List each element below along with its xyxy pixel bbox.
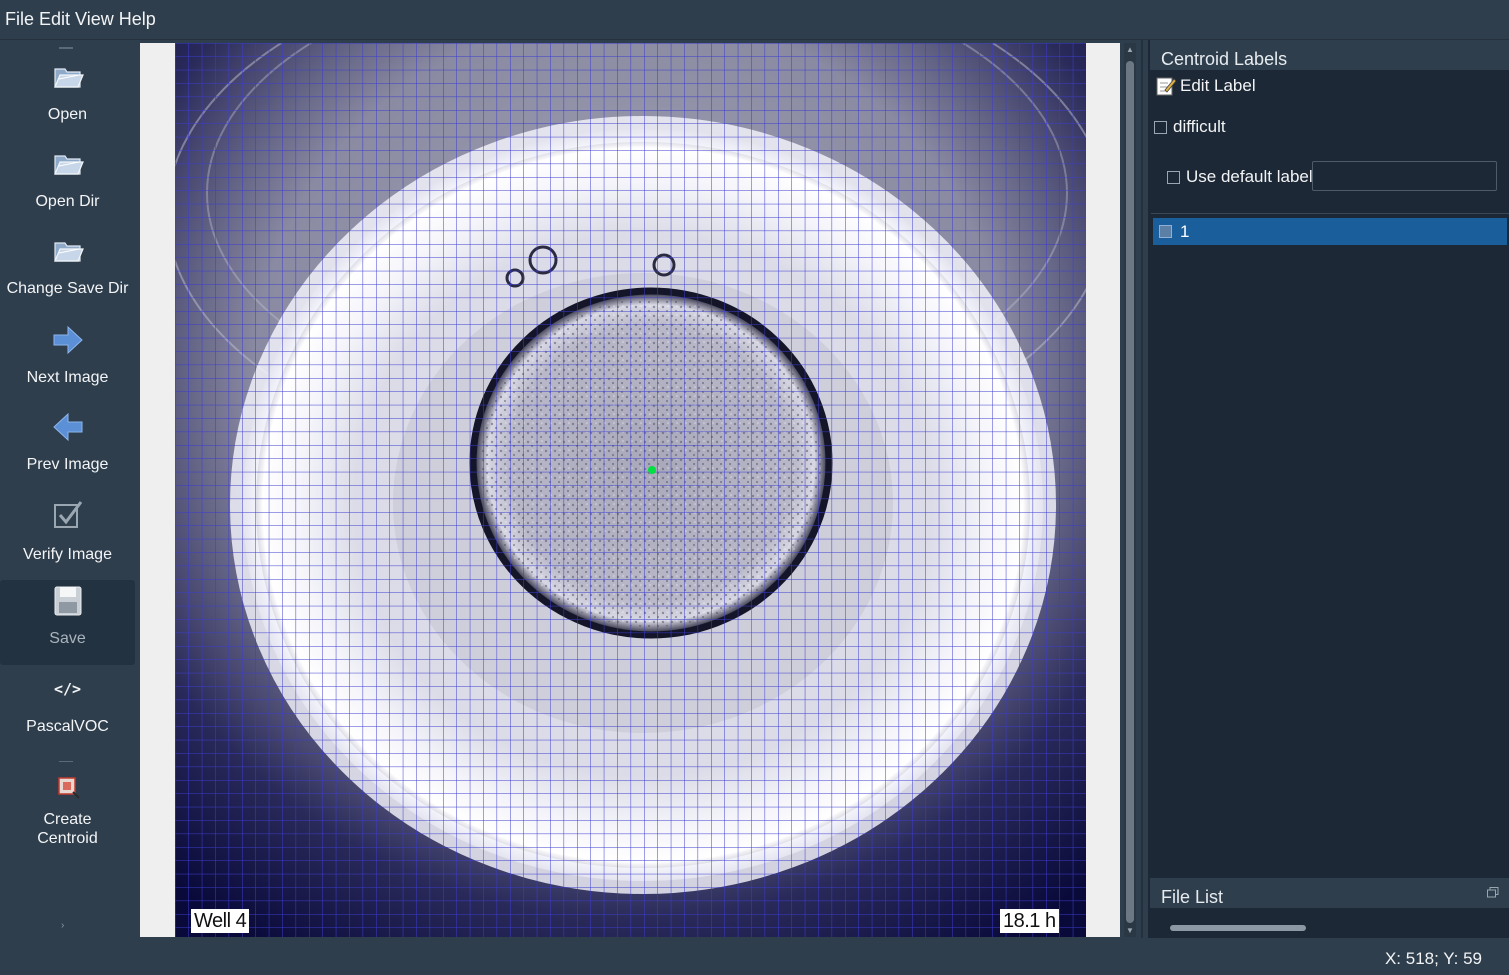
centroid-point <box>648 466 656 474</box>
next-image-button[interactable]: Next Image <box>0 323 135 387</box>
scroll-down-icon[interactable]: ▼ <box>1126 926 1134 935</box>
toolbar-separator <box>59 761 73 762</box>
label-item-checkbox[interactable] <box>1159 225 1172 238</box>
open-label: Open <box>47 106 88 123</box>
menu-file[interactable]: File <box>4 9 38 30</box>
menu-view[interactable]: View <box>74 9 118 30</box>
menu-bar: File Edit View Help <box>0 0 1509 40</box>
next-image-label: Next Image <box>26 369 109 386</box>
use-default-label-checkbox-box[interactable] <box>1167 170 1180 184</box>
save-button[interactable]: Save <box>0 580 135 665</box>
canvas[interactable]: Well 4 18.1 h <box>140 43 1120 937</box>
label-list-item[interactable]: 1 <box>1153 218 1507 245</box>
edit-label-text: Edit Label <box>1180 76 1256 95</box>
label-list[interactable]: 1 <box>1151 213 1509 866</box>
code-tag-icon: </> <box>53 680 82 698</box>
open-dir-button[interactable]: Open Dir <box>0 147 135 211</box>
use-default-label-text: Use default label <box>1186 167 1313 186</box>
prev-image-button[interactable]: Prev Image <box>0 410 135 474</box>
format-toggle-button[interactable]: </> PascalVOC <box>0 676 135 736</box>
toolbar-grip[interactable] <box>59 47 73 49</box>
cursor-coordinates: X: 518; Y: 59 <box>1384 949 1482 968</box>
folder-open-icon <box>53 242 84 262</box>
time-label: 18.1 h <box>1000 909 1059 933</box>
change-save-dir-label: Change Save Dir <box>6 280 129 297</box>
dock-float-icon[interactable] <box>1487 887 1499 898</box>
toolbar: Open Open Dir Change Save Dir Next Image… <box>0 40 138 938</box>
floppy-save-icon <box>54 586 81 616</box>
edit-label-button[interactable]: Edit Label <box>1156 76 1256 96</box>
verify-image-label: Verify Image <box>23 546 112 563</box>
canvas-vertical-scrollbar[interactable]: ▲ ▼ <box>1124 43 1136 937</box>
difficult-checkbox[interactable]: difficult <box>1154 117 1226 137</box>
open-button[interactable]: Open <box>0 60 135 124</box>
edit-note-icon <box>1156 77 1176 96</box>
checkbox-verify-icon <box>53 501 82 528</box>
arrow-left-icon <box>52 412 82 442</box>
arrow-right-icon <box>53 325 83 355</box>
scrollbar-thumb[interactable] <box>1126 61 1134 923</box>
difficult-checkbox-box[interactable] <box>1154 120 1167 134</box>
prev-image-label: Prev Image <box>26 456 109 473</box>
file-list-horizontal-scrollbar[interactable] <box>1168 923 1474 933</box>
toolbar-extension-chevron-icon[interactable]: › <box>61 920 64 931</box>
use-default-label-checkbox[interactable]: Use default label <box>1167 167 1313 187</box>
scrollbar-thumb[interactable] <box>1170 925 1306 931</box>
status-bar: X: 518; Y: 59 <box>0 938 1509 975</box>
folder-open-icon <box>53 155 84 175</box>
folder-open-icon <box>53 68 84 88</box>
menu-help[interactable]: Help <box>118 9 160 30</box>
file-list-title: File List <box>1150 878 1509 908</box>
microscopy-image <box>175 43 1086 937</box>
menu-edit[interactable]: Edit <box>38 9 74 30</box>
save-label: Save <box>49 630 86 647</box>
create-centroid-label: Create Centroid <box>37 811 98 847</box>
scroll-up-icon[interactable]: ▲ <box>1126 45 1134 54</box>
create-centroid-button[interactable]: Create Centroid <box>0 774 135 848</box>
label-item-text: 1 <box>1180 221 1190 241</box>
verify-image-button[interactable]: Verify Image <box>0 498 135 564</box>
difficult-label: difficult <box>1173 117 1226 136</box>
open-dir-label: Open Dir <box>35 193 100 210</box>
centroid-labels-title: Centroid Labels <box>1150 40 1509 70</box>
well-label: Well 4 <box>191 909 250 933</box>
change-save-dir-button[interactable]: Change Save Dir <box>0 234 135 298</box>
default-label-input[interactable] <box>1312 161 1497 191</box>
image-view[interactable]: Well 4 18.1 h <box>175 43 1086 937</box>
dock-splitter[interactable] <box>1141 40 1143 938</box>
format-label: PascalVOC <box>26 718 109 735</box>
create-centroid-icon <box>57 777 80 799</box>
